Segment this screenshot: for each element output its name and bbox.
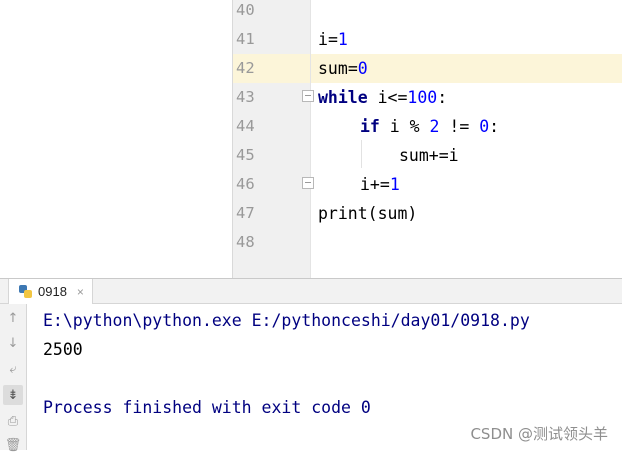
- run-tab-0918[interactable]: 0918 ×: [8, 279, 93, 304]
- code-line[interactable]: while i<=100:: [311, 83, 622, 112]
- line-number: 40: [236, 1, 255, 19]
- project-panel-blank: [0, 0, 233, 278]
- soft-wrap-icon[interactable]: ⤶: [3, 359, 23, 379]
- python-icon: [19, 285, 32, 298]
- console-command-line: E:\python\python.exe E:/pythonceshi/day0…: [43, 311, 530, 330]
- fold-end-icon[interactable]: [302, 177, 314, 189]
- close-icon[interactable]: ×: [77, 285, 84, 299]
- run-tool-window-header: 0918 ×: [0, 278, 622, 304]
- run-tab-label: 0918: [38, 284, 67, 299]
- console-toolbar: ↑ ↓ ⤶ ⇟ ⎙ 🗑: [0, 304, 27, 453]
- arrow-down-icon[interactable]: ↓: [3, 333, 23, 353]
- code-line[interactable]: i+=1: [311, 170, 622, 199]
- arrow-up-icon[interactable]: ↑: [3, 308, 23, 328]
- scroll-to-end-icon[interactable]: ⇟: [3, 385, 23, 405]
- line-number: 48: [236, 233, 255, 251]
- code-line[interactable]: i=1: [311, 25, 622, 54]
- indent-guide: [361, 140, 362, 168]
- console-exit-message: Process finished with exit code 0: [43, 398, 371, 417]
- watermark: CSDN @测试领头羊: [470, 425, 608, 443]
- code-line-current[interactable]: sum=0: [311, 54, 622, 83]
- console-output-line: 2500: [43, 340, 83, 359]
- line-number: 45: [236, 146, 255, 164]
- line-number: 41: [236, 30, 255, 48]
- line-number: 46: [236, 175, 255, 193]
- trash-icon[interactable]: 🗑: [3, 435, 23, 455]
- code-line[interactable]: if i % 2 != 0:: [311, 112, 622, 141]
- fold-collapse-icon[interactable]: [302, 90, 314, 102]
- print-icon[interactable]: ⎙: [3, 411, 23, 431]
- line-number: 47: [236, 204, 255, 222]
- line-number: 43: [236, 88, 255, 106]
- code-line[interactable]: sum+=i: [311, 141, 622, 170]
- code-line[interactable]: print(sum): [311, 199, 622, 228]
- line-number: 44: [236, 117, 255, 135]
- line-number-current: 42: [233, 54, 310, 83]
